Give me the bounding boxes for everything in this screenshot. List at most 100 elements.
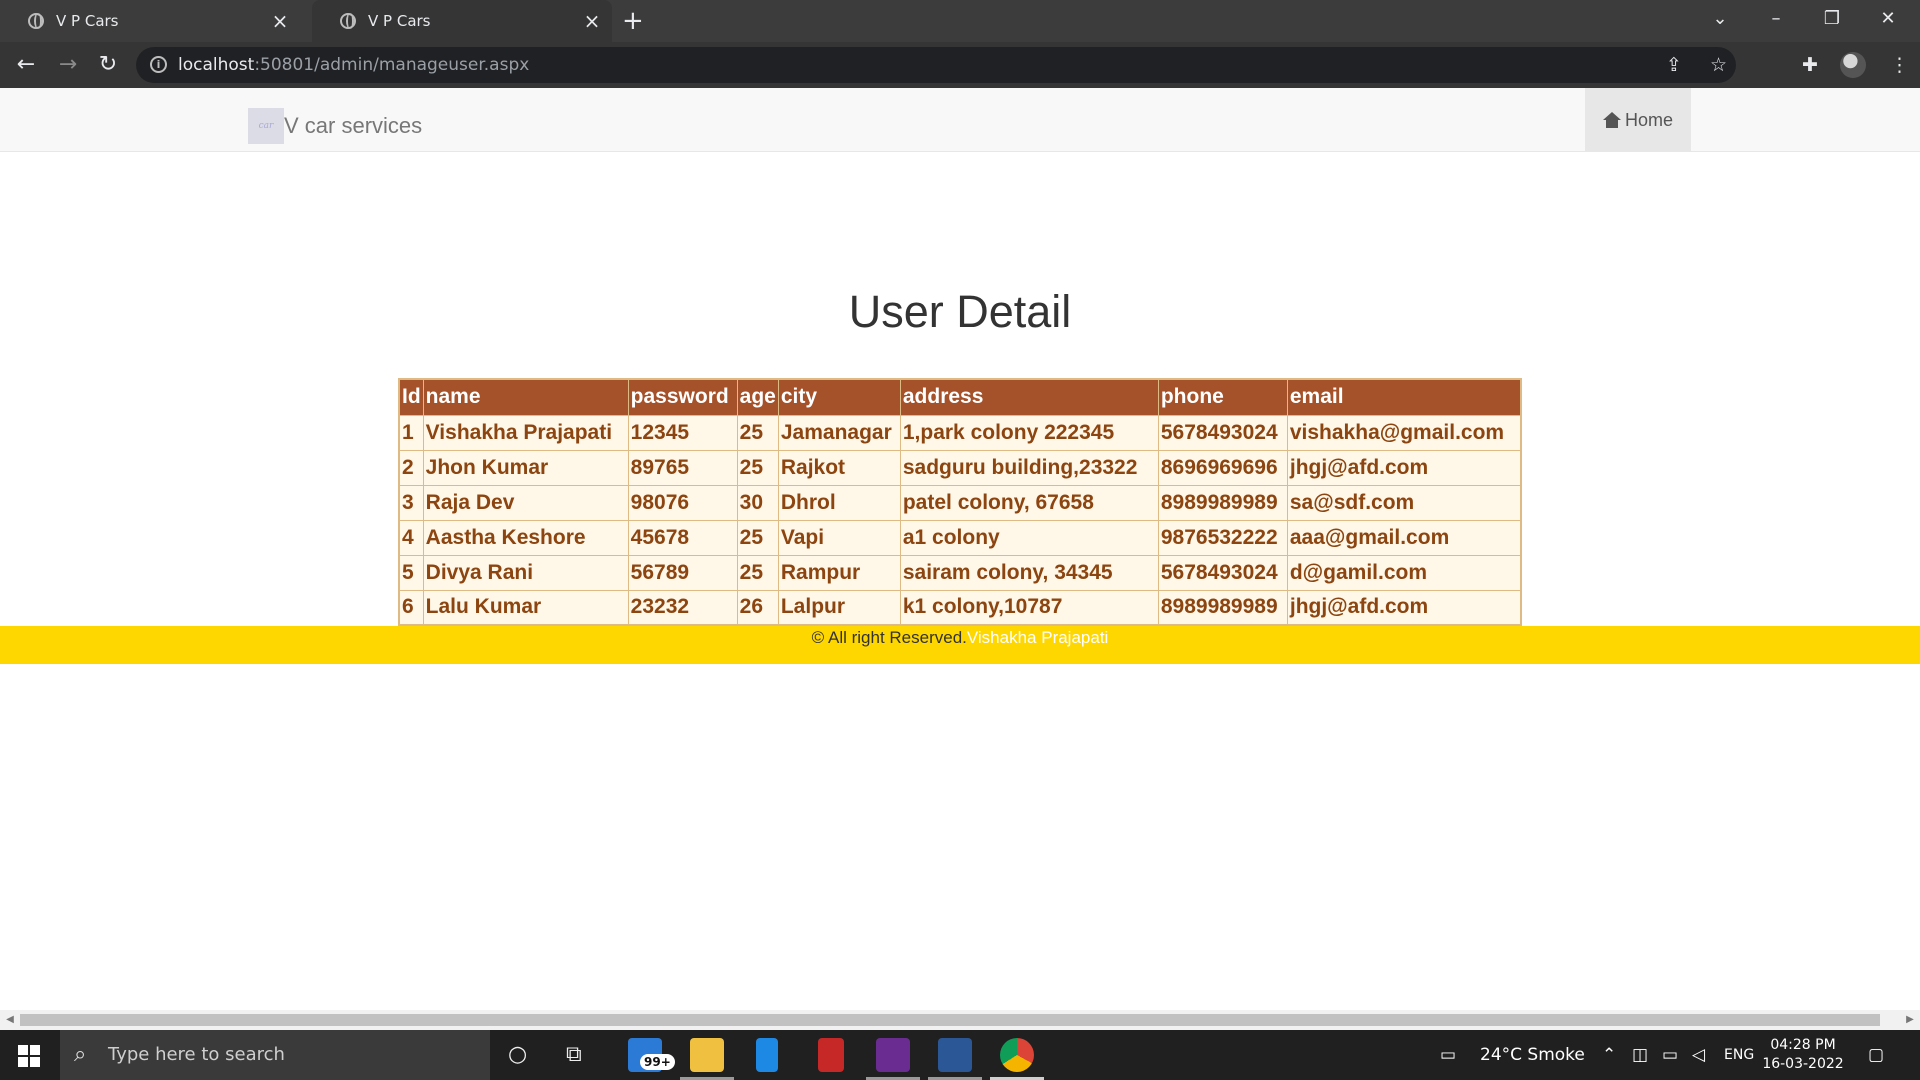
site-navbar: car V car services Home xyxy=(0,88,1920,152)
volume-muted-icon[interactable]: ◁ xyxy=(1692,1030,1705,1080)
url-text[interactable]: localhost:50801/admin/manageuser.aspx xyxy=(178,47,529,83)
url-host: localhost xyxy=(178,55,255,75)
table-cell: 23232 xyxy=(627,589,738,626)
windows-taskbar: ⌕ Type here to search ○ ⧉ 99+ ▭ 24°C Smo… xyxy=(0,1030,1920,1080)
table-cell: Rajkot xyxy=(777,449,901,486)
table-cell: sa@sdf.com xyxy=(1286,484,1522,521)
close-icon[interactable]: × xyxy=(578,9,606,33)
table-cell: 8989989989 xyxy=(1157,589,1288,626)
tab-search-icon[interactable]: ⌄ xyxy=(1692,0,1748,42)
profile-avatar[interactable] xyxy=(1840,52,1866,78)
table-cell: Dhrol xyxy=(777,484,901,521)
table-row: 3 Raja Dev 98076 30 Dhrol patel colony, … xyxy=(398,484,1522,521)
back-icon[interactable]: ← xyxy=(6,42,46,88)
globe-icon xyxy=(28,13,44,29)
notepad-icon[interactable] xyxy=(756,1038,778,1072)
column-header: name xyxy=(422,378,629,416)
browser-tab-strip: V P Cars × V P Cars × + ⌄ – ❐ ✕ xyxy=(0,0,1920,42)
mcafee-icon[interactable] xyxy=(818,1038,844,1072)
chrome-icon[interactable] xyxy=(1000,1038,1034,1072)
table-cell: Lalu Kumar xyxy=(422,589,629,626)
taskbar-clock[interactable]: 04:28 PM 16-03-2022 xyxy=(1758,1036,1848,1074)
weather-text[interactable]: 24°C Smoke xyxy=(1480,1030,1585,1080)
tray-chevron-icon[interactable]: ⌃ xyxy=(1602,1030,1616,1080)
table-cell: Rampur xyxy=(777,554,901,591)
forward-icon[interactable]: → xyxy=(48,42,88,88)
table-cell: 5678493024 xyxy=(1157,414,1288,451)
task-view-icon[interactable]: ⧉ xyxy=(566,1030,582,1080)
window-close-icon[interactable]: ✕ xyxy=(1860,0,1916,42)
visual-studio-icon[interactable] xyxy=(876,1038,910,1072)
table-cell: jhgj@afd.com xyxy=(1286,589,1522,626)
windows-start-icon[interactable] xyxy=(18,1045,40,1067)
table-header-row: Id name password age city address phone … xyxy=(398,378,1522,416)
word-icon[interactable] xyxy=(938,1038,972,1072)
close-icon[interactable]: × xyxy=(266,9,294,33)
home-icon xyxy=(1602,112,1621,128)
bookmark-star-icon[interactable]: ☆ xyxy=(1710,47,1727,83)
table-cell: 5678493024 xyxy=(1157,554,1288,591)
table-cell: 30 xyxy=(736,484,779,521)
clock-date: 16-03-2022 xyxy=(1762,1056,1844,1072)
footer-copyright: © All right Reserved. xyxy=(811,628,967,647)
horizontal-scrollbar[interactable]: ◀ ▶ xyxy=(0,1010,1920,1030)
share-icon[interactable]: ⇪ xyxy=(1666,47,1682,83)
table-cell: Jamanagar xyxy=(777,414,901,451)
table-cell: vishakha@gmail.com xyxy=(1286,414,1522,451)
scrollbar-thumb[interactable] xyxy=(20,1014,1880,1026)
table-cell: 5 xyxy=(398,554,424,591)
table-cell: 45678 xyxy=(627,519,738,556)
table-cell: 25 xyxy=(736,414,779,451)
table-cell: d@gamil.com xyxy=(1286,554,1522,591)
tab-title: V P Cars xyxy=(56,12,119,30)
extensions-icon[interactable]: ✚ xyxy=(1802,42,1818,88)
cortana-icon[interactable]: ○ xyxy=(508,1030,527,1080)
table-cell: Jhon Kumar xyxy=(422,449,629,486)
nav-home-link[interactable]: Home xyxy=(1585,88,1691,152)
table-cell: 56789 xyxy=(627,554,738,591)
browser-toolbar: ← → ↻ i localhost:50801/admin/manageuser… xyxy=(0,42,1920,88)
scroll-right-icon[interactable]: ▶ xyxy=(1902,1010,1918,1030)
scroll-left-icon[interactable]: ◀ xyxy=(2,1010,18,1030)
table-cell: 89765 xyxy=(627,449,738,486)
browser-tab[interactable]: V P Cars × xyxy=(0,0,300,42)
table-cell: Vishakha Prajapati xyxy=(422,414,629,451)
table-cell: 1,park colony 222345 xyxy=(899,414,1159,451)
mail-badge: 99+ xyxy=(640,1054,675,1070)
table-cell: 98076 xyxy=(627,484,738,521)
weather-icon[interactable]: ▭ xyxy=(1440,1030,1456,1080)
new-tab-button[interactable]: + xyxy=(622,0,644,42)
file-explorer-icon[interactable] xyxy=(690,1038,724,1072)
globe-icon xyxy=(340,13,356,29)
menu-icon[interactable]: ⋮ xyxy=(1890,42,1909,88)
battery-icon[interactable]: ▭ xyxy=(1662,1030,1678,1080)
table-cell: 8989989989 xyxy=(1157,484,1288,521)
column-header: age xyxy=(736,378,779,416)
meet-now-icon[interactable]: ◫ xyxy=(1632,1030,1648,1080)
table-row: 1 Vishakha Prajapati 12345 25 Jamanagar … xyxy=(398,414,1522,451)
address-bar[interactable]: i localhost:50801/admin/manageuser.aspx … xyxy=(136,47,1736,83)
tab-title: V P Cars xyxy=(368,12,431,30)
table-cell: 26 xyxy=(736,589,779,626)
browser-tab-active[interactable]: V P Cars × xyxy=(312,0,612,42)
table-cell: 3 xyxy=(398,484,424,521)
notifications-icon[interactable]: ▢ xyxy=(1868,1030,1884,1080)
table-cell: Vapi xyxy=(777,519,901,556)
site-info-icon[interactable]: i xyxy=(150,56,167,73)
nav-home-label: Home xyxy=(1624,109,1673,130)
table-cell: jhgj@afd.com xyxy=(1286,449,1522,486)
table-cell: Raja Dev xyxy=(422,484,629,521)
language-indicator[interactable]: ENG xyxy=(1724,1030,1754,1080)
site-brand[interactable]: car V car services xyxy=(248,108,422,144)
taskbar-search-box[interactable]: ⌕ Type here to search xyxy=(60,1030,490,1080)
table-cell: 2 xyxy=(398,449,424,486)
restore-icon[interactable]: ❐ xyxy=(1804,0,1860,42)
search-icon: ⌕ xyxy=(74,1042,87,1067)
minimize-icon[interactable]: – xyxy=(1748,0,1804,42)
table-cell: Divya Rani xyxy=(422,554,629,591)
table-row: 2 Jhon Kumar 89765 25 Rajkot sadguru bui… xyxy=(398,449,1522,486)
table-cell: Aastha Keshore xyxy=(422,519,629,556)
table-cell: 4 xyxy=(398,519,424,556)
reload-icon[interactable]: ↻ xyxy=(88,42,128,88)
table-cell: 25 xyxy=(736,519,779,556)
